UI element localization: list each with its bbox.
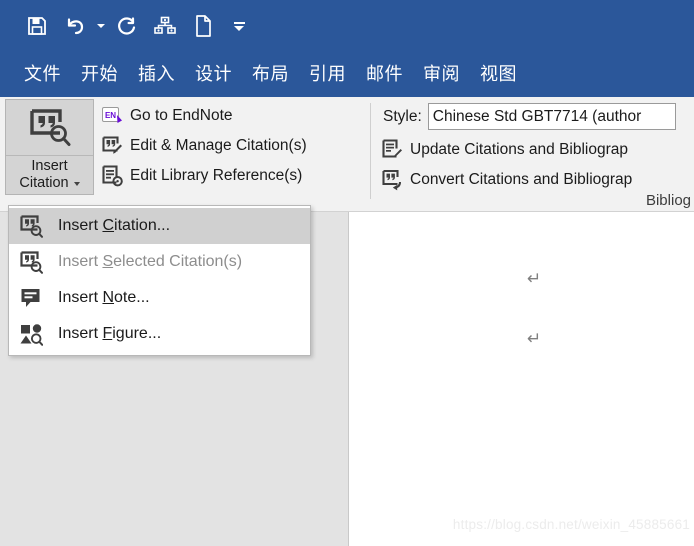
menu-item-label: Insert Citation... [58, 217, 171, 234]
paragraph-mark: ↵ [527, 329, 542, 349]
go-to-endnote-label: Go to EndNote [130, 107, 233, 124]
insert-note-icon [18, 285, 44, 311]
smartart-hierarchy-icon[interactable] [146, 6, 184, 46]
menu-item-label: Insert Figure... [58, 325, 162, 342]
insert-citation-dropdown-menu: Insert Citation... Insert Selected Citat… [8, 205, 311, 356]
undo-dropdown-caret[interactable] [94, 6, 108, 46]
menu-item-label: Insert Note... [58, 289, 150, 306]
menu-item-insert-note[interactable]: Insert Note... [9, 280, 310, 316]
convert-citations-bibliography-label: Convert Citations and Bibliograp [410, 171, 633, 188]
convert-bibliography-icon [381, 169, 403, 191]
tab-file[interactable]: 文件 [14, 52, 71, 97]
menu-item-insert-selected-citations[interactable]: Insert Selected Citation(s) [9, 244, 310, 280]
style-combobox[interactable]: Chinese Std GBT7714 (author [427, 103, 676, 130]
convert-citations-bibliography-command[interactable]: Convert Citations and Bibliograp [381, 165, 632, 195]
ribbon-group-separator [370, 103, 371, 199]
redo-icon[interactable] [108, 6, 146, 46]
chevron-down-icon [73, 181, 80, 186]
tab-design[interactable]: 设计 [185, 52, 242, 97]
save-icon[interactable] [18, 6, 56, 46]
paragraph-mark: ↵ [527, 269, 542, 289]
menu-item-insert-citation[interactable]: Insert Citation... [9, 208, 310, 244]
word-window: 文件 开始 插入 设计 布局 引用 邮件 审阅 视图 Insert Citati… [0, 0, 694, 546]
edit-manage-citations-label: Edit & Manage Citation(s) [130, 137, 307, 154]
tab-review[interactable]: 审阅 [413, 52, 470, 97]
tab-insert[interactable]: 插入 [128, 52, 185, 97]
insert-citation-icon [6, 100, 93, 156]
bibliography-group-label: Bibliog [645, 192, 691, 209]
tab-view[interactable]: 视图 [470, 52, 527, 97]
endnote-ribbon: Insert Citation EN Go to EndNote Edit & … [0, 97, 694, 212]
edit-manage-citations-command[interactable]: Edit & Manage Citation(s) [101, 131, 307, 161]
tab-references[interactable]: 引用 [299, 52, 356, 97]
insert-citation-icon [18, 213, 44, 239]
style-selector[interactable]: Style: Chinese Std GBT7714 (author [383, 103, 676, 130]
update-citations-bibliography-command[interactable]: Update Citations and Bibliograp [381, 135, 628, 165]
customize-quick-access-toolbar-icon[interactable] [222, 6, 256, 46]
go-to-endnote-command[interactable]: EN Go to EndNote [101, 101, 233, 131]
update-bibliography-icon [381, 139, 403, 161]
edit-citation-icon [101, 135, 123, 157]
undo-icon[interactable] [56, 6, 94, 46]
watermark-text: https://blog.csdn.net/weixin_45885661 [452, 517, 690, 532]
tab-home[interactable]: 开始 [71, 52, 128, 97]
tab-mailings[interactable]: 邮件 [356, 52, 413, 97]
insert-citation-button[interactable]: Insert Citation [5, 99, 94, 195]
style-label: Style: [383, 107, 422, 125]
menu-item-insert-figure[interactable]: Insert Figure... [9, 316, 310, 352]
chevron-down-icon [97, 24, 105, 28]
endnote-icon: EN [101, 105, 123, 127]
svg-text:EN: EN [105, 111, 116, 120]
insert-citation-label-line1: Insert [31, 158, 68, 174]
document-page[interactable]: ↵ ↵ https://blog.csdn.net/weixin_4588566… [348, 212, 694, 546]
edit-library-references-command[interactable]: Edit Library Reference(s) [101, 161, 302, 191]
new-document-icon[interactable] [184, 6, 222, 46]
edit-library-reference-icon [101, 165, 123, 187]
insert-figure-icon [18, 321, 44, 347]
tab-layout[interactable]: 布局 [242, 52, 299, 97]
edit-library-references-label: Edit Library Reference(s) [130, 167, 303, 184]
quick-access-toolbar [0, 0, 694, 52]
insert-citation-button-label: Insert Citation [6, 156, 93, 194]
menu-item-label: Insert Selected Citation(s) [58, 253, 243, 270]
ribbon-tab-strip: 文件 开始 插入 设计 布局 引用 邮件 审阅 视图 [0, 52, 694, 97]
insert-selected-citation-icon [18, 249, 44, 275]
update-citations-bibliography-label: Update Citations and Bibliograp [410, 141, 628, 158]
insert-citation-label-line2: Citation [19, 175, 69, 191]
